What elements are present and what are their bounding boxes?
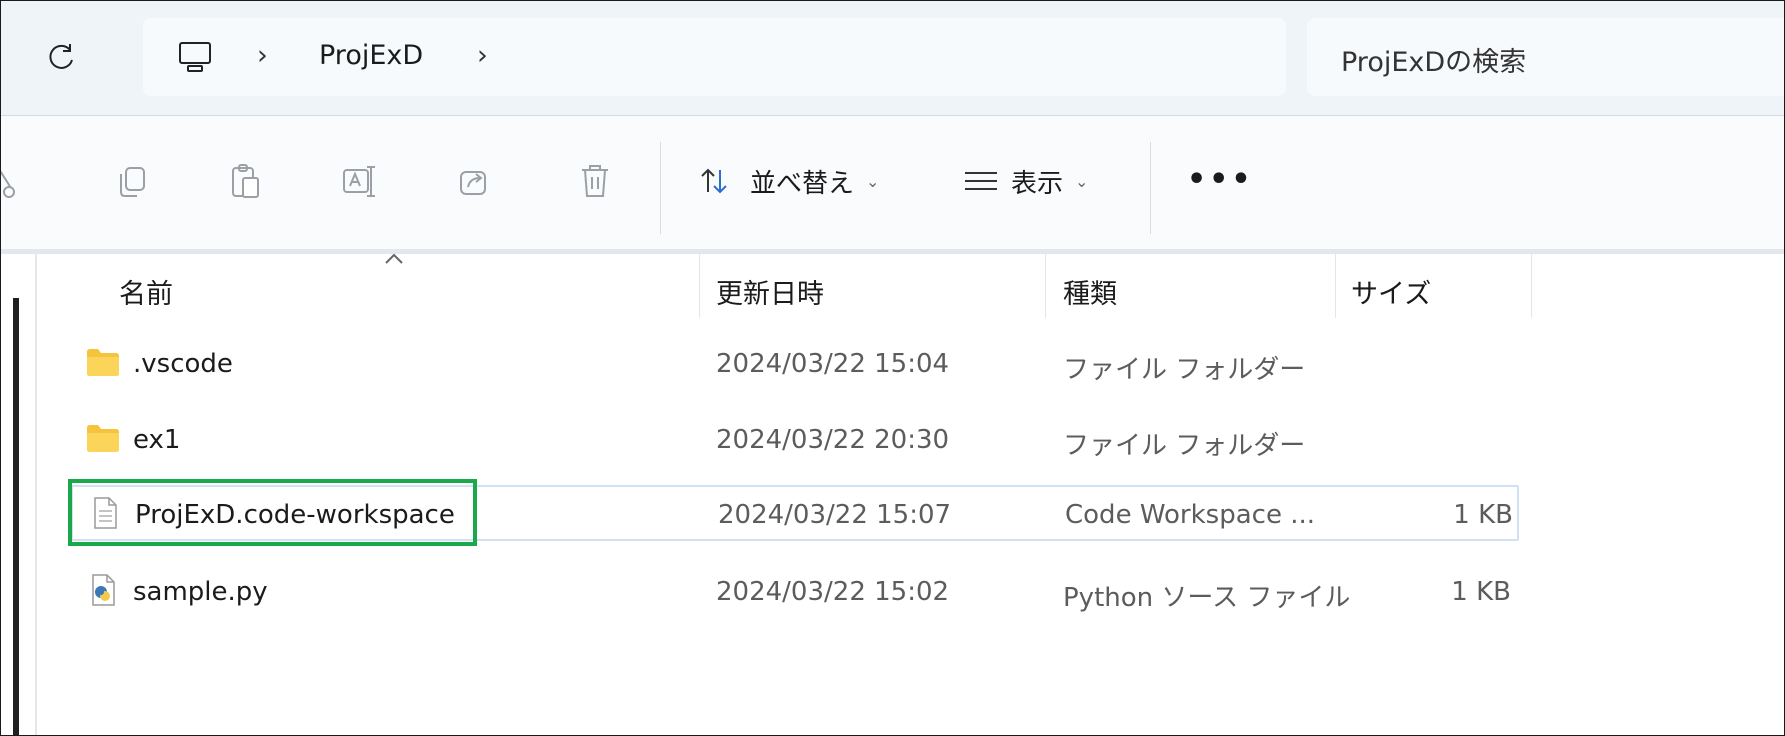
sort-icon xyxy=(701,168,727,194)
file-name[interactable]: .vscode xyxy=(133,349,233,379)
file-modified: 2024/03/22 15:04 xyxy=(716,349,950,379)
column-divider[interactable] xyxy=(699,254,700,318)
chevron-down-icon: ⌄ xyxy=(866,171,880,191)
file-size: 1 KB xyxy=(1451,577,1511,607)
cut-icon[interactable] xyxy=(0,162,25,200)
document-icon xyxy=(94,497,117,529)
address-bar-row: › ProjExD › ProjExDの検索 xyxy=(1,1,1784,115)
chevron-right-icon[interactable]: › xyxy=(477,40,488,71)
file-type: ファイル フォルダー xyxy=(1063,355,1306,385)
sort-label: 並べ替え xyxy=(750,168,855,199)
view-button[interactable]: 表示 ⌄ xyxy=(963,156,1088,206)
list-item[interactable]: .vscode 2024/03/22 15:04 ファイル フォルダー xyxy=(71,336,1519,392)
folder-icon xyxy=(87,425,119,452)
explorer-window: › ProjExD › ProjExDの検索 並べ替え ⌄ 表示 ⌄ ••• 名… xyxy=(0,0,1785,736)
file-type: Python ソース ファイル xyxy=(1063,583,1351,613)
python-file-icon xyxy=(92,574,115,606)
search-input[interactable]: ProjExDの検索 xyxy=(1341,40,1526,79)
column-header-type[interactable]: 種類 xyxy=(1063,272,1117,311)
search-box[interactable]: ProjExDの検索 xyxy=(1307,18,1784,96)
sort-button[interactable]: 並べ替え ⌄ xyxy=(698,156,879,206)
list-item[interactable]: ex1 2024/03/22 20:30 ファイル フォルダー xyxy=(71,412,1519,468)
breadcrumb[interactable]: › ProjExD › xyxy=(143,18,1286,96)
file-type: ファイル フォルダー xyxy=(1063,431,1306,461)
scrollbar[interactable] xyxy=(13,298,19,735)
file-type: Code Workspace ... xyxy=(1065,500,1315,530)
chevron-down-icon: ⌄ xyxy=(1075,171,1089,191)
folder-icon xyxy=(87,349,119,376)
rename-icon[interactable] xyxy=(341,162,377,200)
column-header-modified[interactable]: 更新日時 xyxy=(716,272,824,311)
column-header-size[interactable]: サイズ xyxy=(1351,272,1431,311)
pane-divider[interactable] xyxy=(35,254,37,735)
paste-icon[interactable] xyxy=(228,162,264,200)
toolbar-divider xyxy=(660,142,661,234)
file-size: 1 KB xyxy=(1453,500,1513,530)
refresh-icon[interactable] xyxy=(45,41,79,75)
column-divider[interactable] xyxy=(1531,254,1532,318)
view-list-icon xyxy=(965,172,997,190)
chevron-right-icon[interactable]: › xyxy=(257,40,268,71)
list-item[interactable]: sample.py 2024/03/22 15:02 Python ソース ファ… xyxy=(71,564,1519,620)
computer-icon[interactable] xyxy=(177,40,213,74)
delete-icon[interactable] xyxy=(577,162,613,200)
column-divider[interactable] xyxy=(1335,254,1336,318)
file-modified: 2024/03/22 20:30 xyxy=(716,425,950,455)
more-options-button[interactable]: ••• xyxy=(1187,162,1254,197)
view-label: 表示 xyxy=(1011,168,1064,199)
breadcrumb-item-projexd[interactable]: ProjExD xyxy=(319,40,423,71)
file-modified: 2024/03/22 15:02 xyxy=(716,577,950,607)
file-name[interactable]: sample.py xyxy=(133,577,268,607)
copy-icon[interactable] xyxy=(115,162,151,200)
command-bar: 並べ替え ⌄ 表示 ⌄ ••• xyxy=(0,116,1784,249)
toolbar-divider xyxy=(1150,142,1151,234)
column-header-name[interactable]: 名前 xyxy=(119,272,173,311)
file-name[interactable]: ex1 xyxy=(133,425,180,455)
column-header-row: 名前 更新日時 種類 サイズ xyxy=(39,253,1539,320)
file-modified: 2024/03/22 15:07 xyxy=(718,500,952,530)
navigation-pane-edge xyxy=(1,254,39,735)
file-name[interactable]: ProjExD.code-workspace xyxy=(135,500,455,530)
sort-ascending-icon xyxy=(385,253,403,264)
share-icon[interactable] xyxy=(456,162,492,200)
column-divider[interactable] xyxy=(1045,254,1046,318)
list-item-selected[interactable]: ProjExD.code-workspace 2024/03/22 15:07 … xyxy=(71,485,1519,541)
